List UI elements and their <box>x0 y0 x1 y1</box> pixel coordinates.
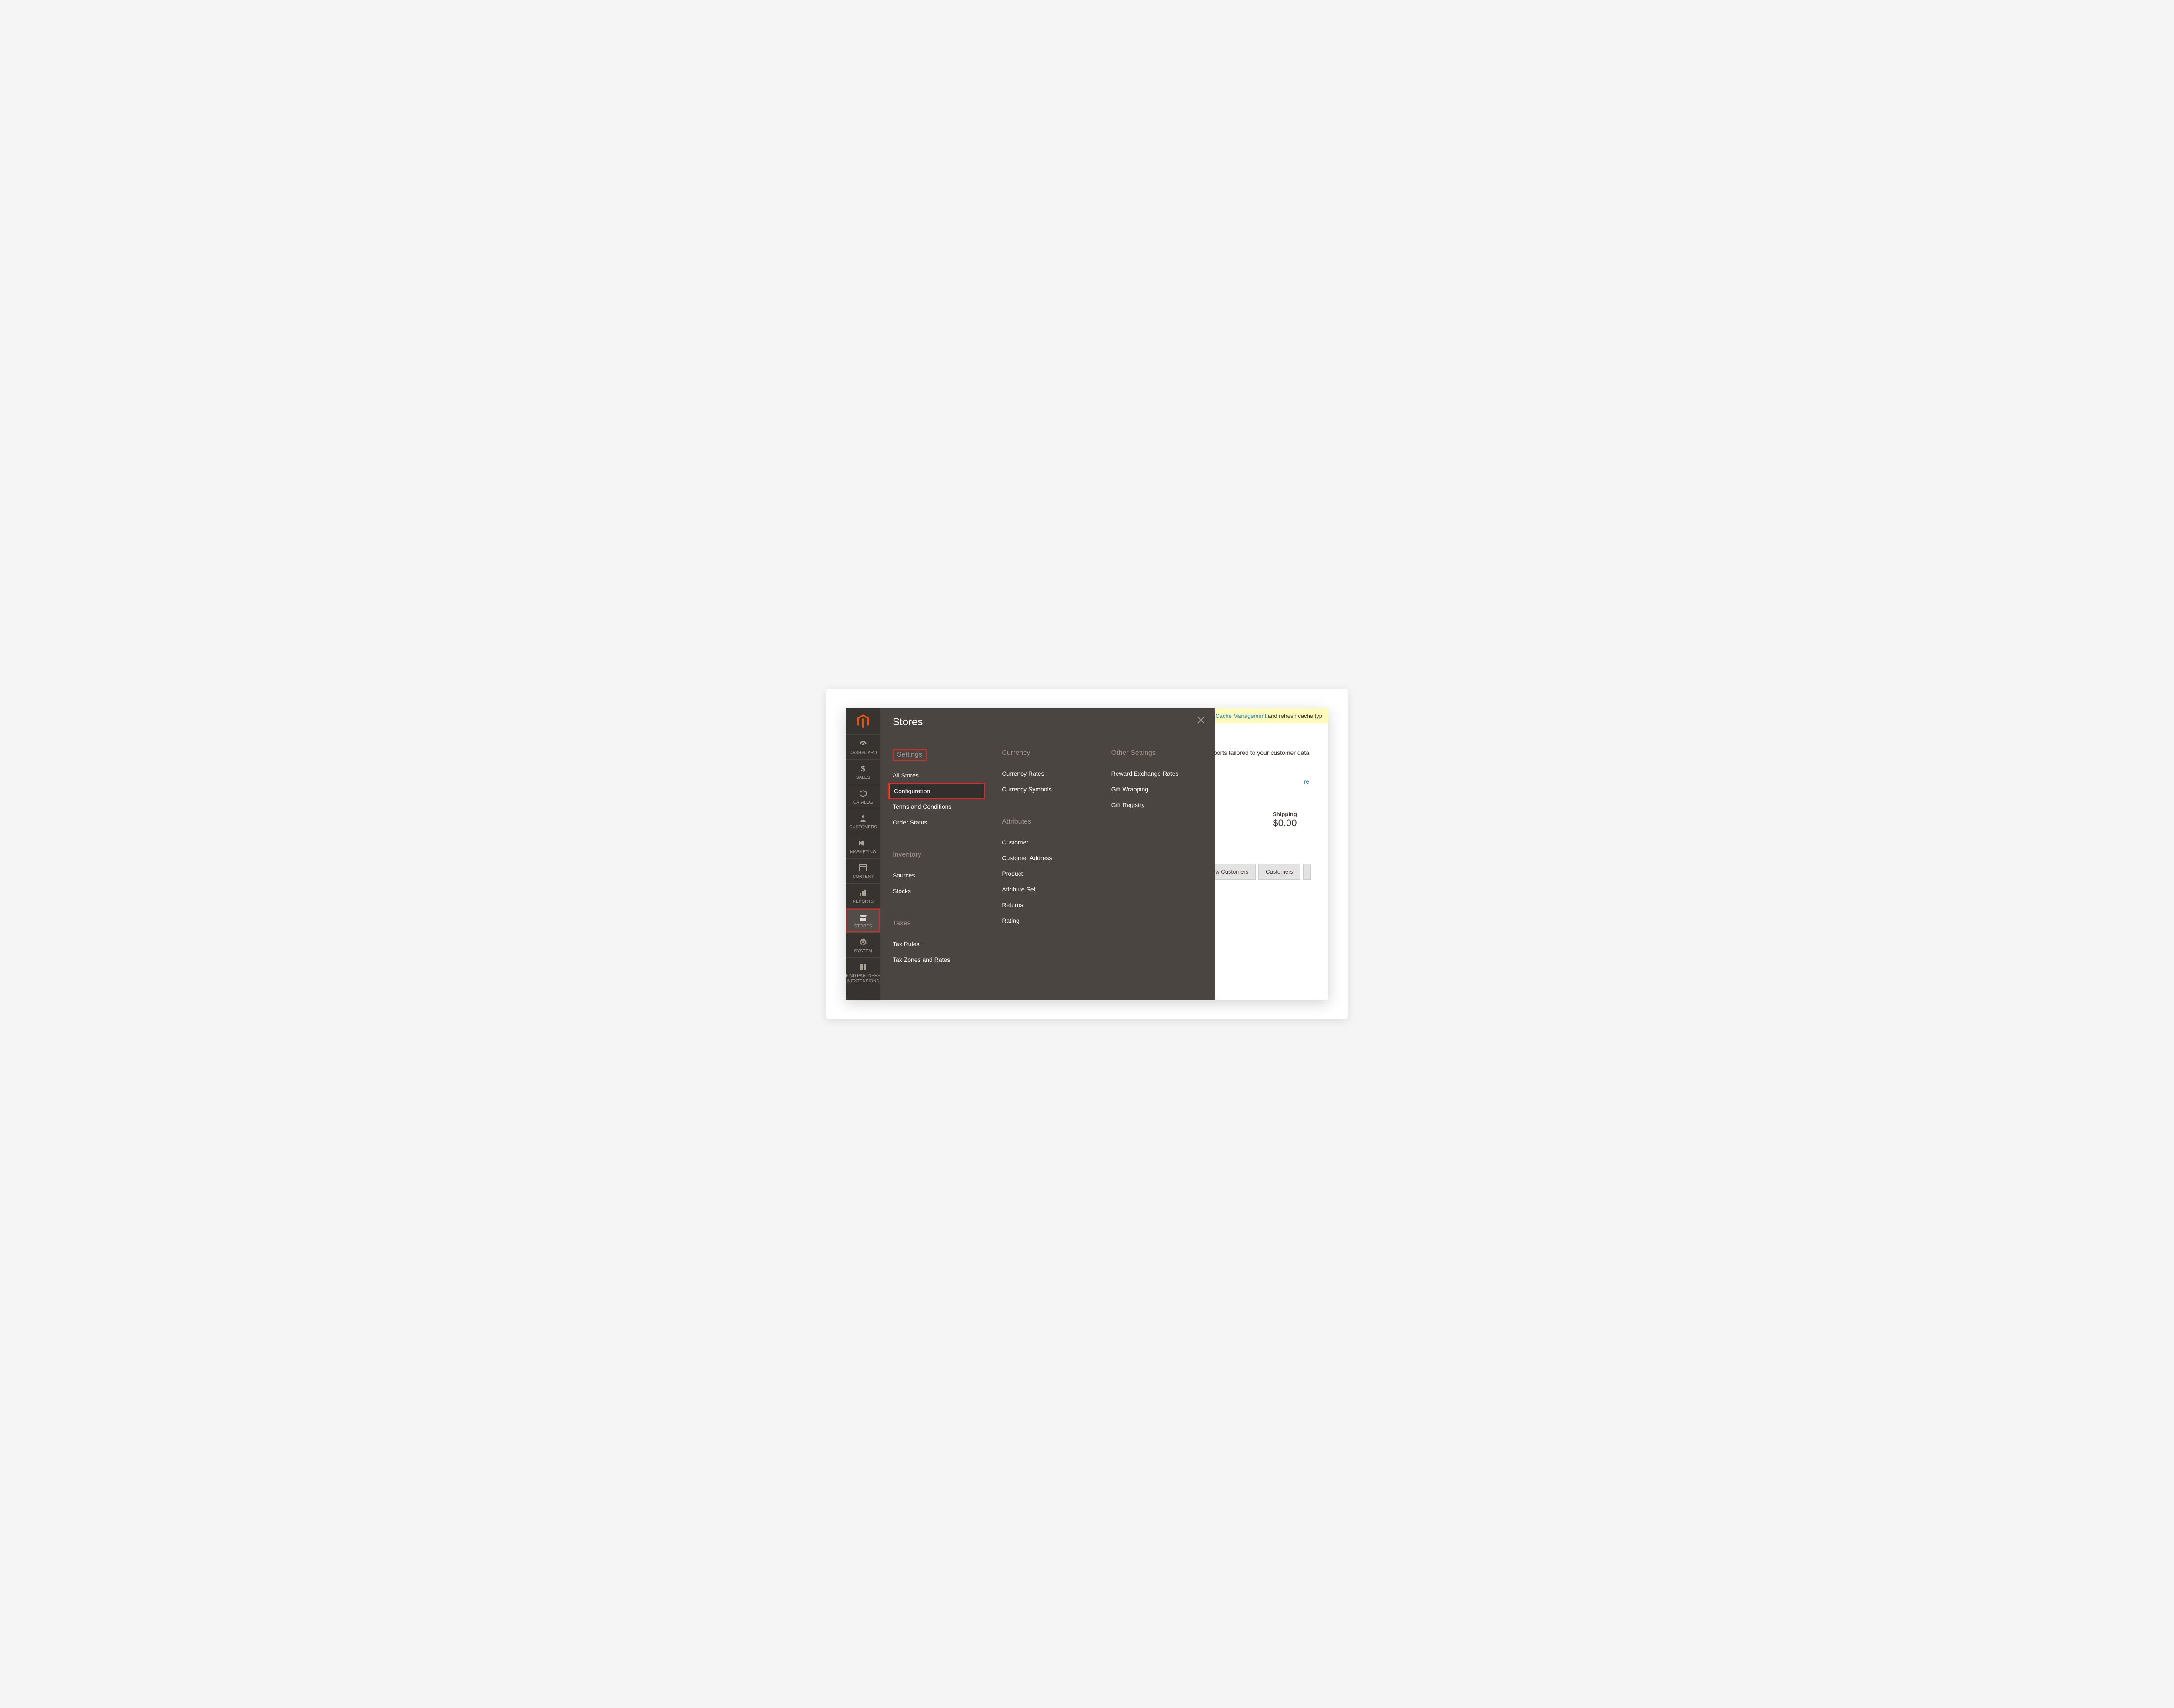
sidebar-item-customers[interactable]: CUSTOMERS <box>846 809 880 834</box>
flyout-title: Stores <box>893 716 1203 728</box>
link-sources[interactable]: Sources <box>888 867 984 883</box>
link-attr-returns[interactable]: Returns <box>997 897 1094 913</box>
sidebar-item-label: DASHBOARD <box>849 751 877 756</box>
tab-overflow[interactable] <box>1303 864 1311 880</box>
gauge-icon <box>858 739 868 749</box>
person-icon <box>858 814 868 823</box>
shipping-value: $0.00 <box>1259 817 1311 829</box>
group-settings: Settings <box>893 749 927 761</box>
sidebar-item-label: SALES <box>856 775 870 781</box>
group-other-settings: Other Settings <box>1111 749 1203 757</box>
admin-window: DASHBOARD $ SALES CATALOG CUSTOMERS MARK… <box>846 708 1328 1000</box>
stores-flyout: Stores Settings All Stores Configuration… <box>880 708 1215 1000</box>
sidebar-item-partners[interactable]: FIND PARTNERS & EXTENSIONS <box>846 957 880 987</box>
megaphone-icon <box>858 838 868 848</box>
link-tax-zones[interactable]: Tax Zones and Rates <box>888 952 984 967</box>
sidebar-item-label: SYSTEM <box>854 949 872 954</box>
sidebar-item-label: CATALOG <box>853 800 873 805</box>
link-currency-rates[interactable]: Currency Rates <box>997 766 1094 781</box>
link-currency-symbols[interactable]: Currency Symbols <box>997 781 1094 797</box>
box-icon <box>858 789 868 798</box>
dollar-icon: $ <box>858 764 868 774</box>
sidebar-item-label: FIND PARTNERS & EXTENSIONS <box>846 974 880 984</box>
link-attr-rating[interactable]: Rating <box>997 913 1094 928</box>
link-reward-rates[interactable]: Reward Exchange Rates <box>1107 766 1203 781</box>
shipping-label: Shipping <box>1259 811 1311 817</box>
store-icon <box>858 913 868 922</box>
bars-icon <box>858 888 868 897</box>
link-gift-wrapping[interactable]: Gift Wrapping <box>1107 781 1203 797</box>
close-icon[interactable] <box>1197 716 1206 725</box>
cache-management-link[interactable]: Cache Management <box>1215 713 1266 719</box>
group-inventory: Inventory <box>893 851 984 859</box>
sidebar-item-reports[interactable]: REPORTS <box>846 883 880 908</box>
link-all-stores[interactable]: All Stores <box>888 767 984 783</box>
sidebar-item-dashboard[interactable]: DASHBOARD <box>846 734 880 759</box>
sidebar-item-catalog[interactable]: CATALOG <box>846 784 880 809</box>
notice-text: and refresh cache typ <box>1266 713 1322 719</box>
magento-logo[interactable] <box>846 708 880 734</box>
link-attr-set[interactable]: Attribute Set <box>997 881 1094 897</box>
group-taxes: Taxes <box>893 920 984 927</box>
group-currency: Currency <box>1002 749 1094 757</box>
sidebar-item-label: REPORTS <box>853 899 874 904</box>
link-attr-customer[interactable]: Customer <box>997 834 1094 850</box>
link-terms-conditions[interactable]: Terms and Conditions <box>888 799 984 814</box>
tab-customers[interactable]: Customers <box>1258 864 1300 880</box>
link-gift-registry[interactable]: Gift Registry <box>1107 797 1203 813</box>
sidebar-item-stores[interactable]: STORES <box>846 908 880 933</box>
group-attributes: Attributes <box>1002 818 1094 826</box>
sidebar-item-sales[interactable]: $ SALES <box>846 759 880 784</box>
link-tax-rules[interactable]: Tax Rules <box>888 936 984 952</box>
link-stocks[interactable]: Stocks <box>888 883 984 899</box>
sidebar-item-content[interactable]: CONTENT <box>846 858 880 883</box>
svg-text:$: $ <box>861 764 865 773</box>
sidebar-item-system[interactable]: SYSTEM <box>846 933 880 957</box>
link-order-status[interactable]: Order Status <box>888 814 984 830</box>
shipping-stat: Shipping $0.00 <box>1259 811 1311 829</box>
link-attr-product[interactable]: Product <box>997 866 1094 881</box>
here-link[interactable]: re <box>1304 778 1309 785</box>
flyout-columns: Settings All Stores Configuration Terms … <box>893 746 1203 967</box>
sidebar-item-label: CUSTOMERS <box>849 825 877 830</box>
layout-icon <box>858 863 868 873</box>
sidebar-item-label: MARKETING <box>850 850 876 855</box>
gear-icon <box>858 937 868 947</box>
blocks-icon <box>858 962 868 972</box>
sidebar-item-marketing[interactable]: MARKETING <box>846 834 880 858</box>
link-attr-customer-address[interactable]: Customer Address <box>997 850 1094 866</box>
sidebar-item-label: STORES <box>854 924 872 929</box>
link-configuration[interactable]: Configuration <box>888 783 984 799</box>
sidebar-item-label: CONTENT <box>853 874 874 880</box>
admin-sidebar: DASHBOARD $ SALES CATALOG CUSTOMERS MARK… <box>846 708 880 1000</box>
